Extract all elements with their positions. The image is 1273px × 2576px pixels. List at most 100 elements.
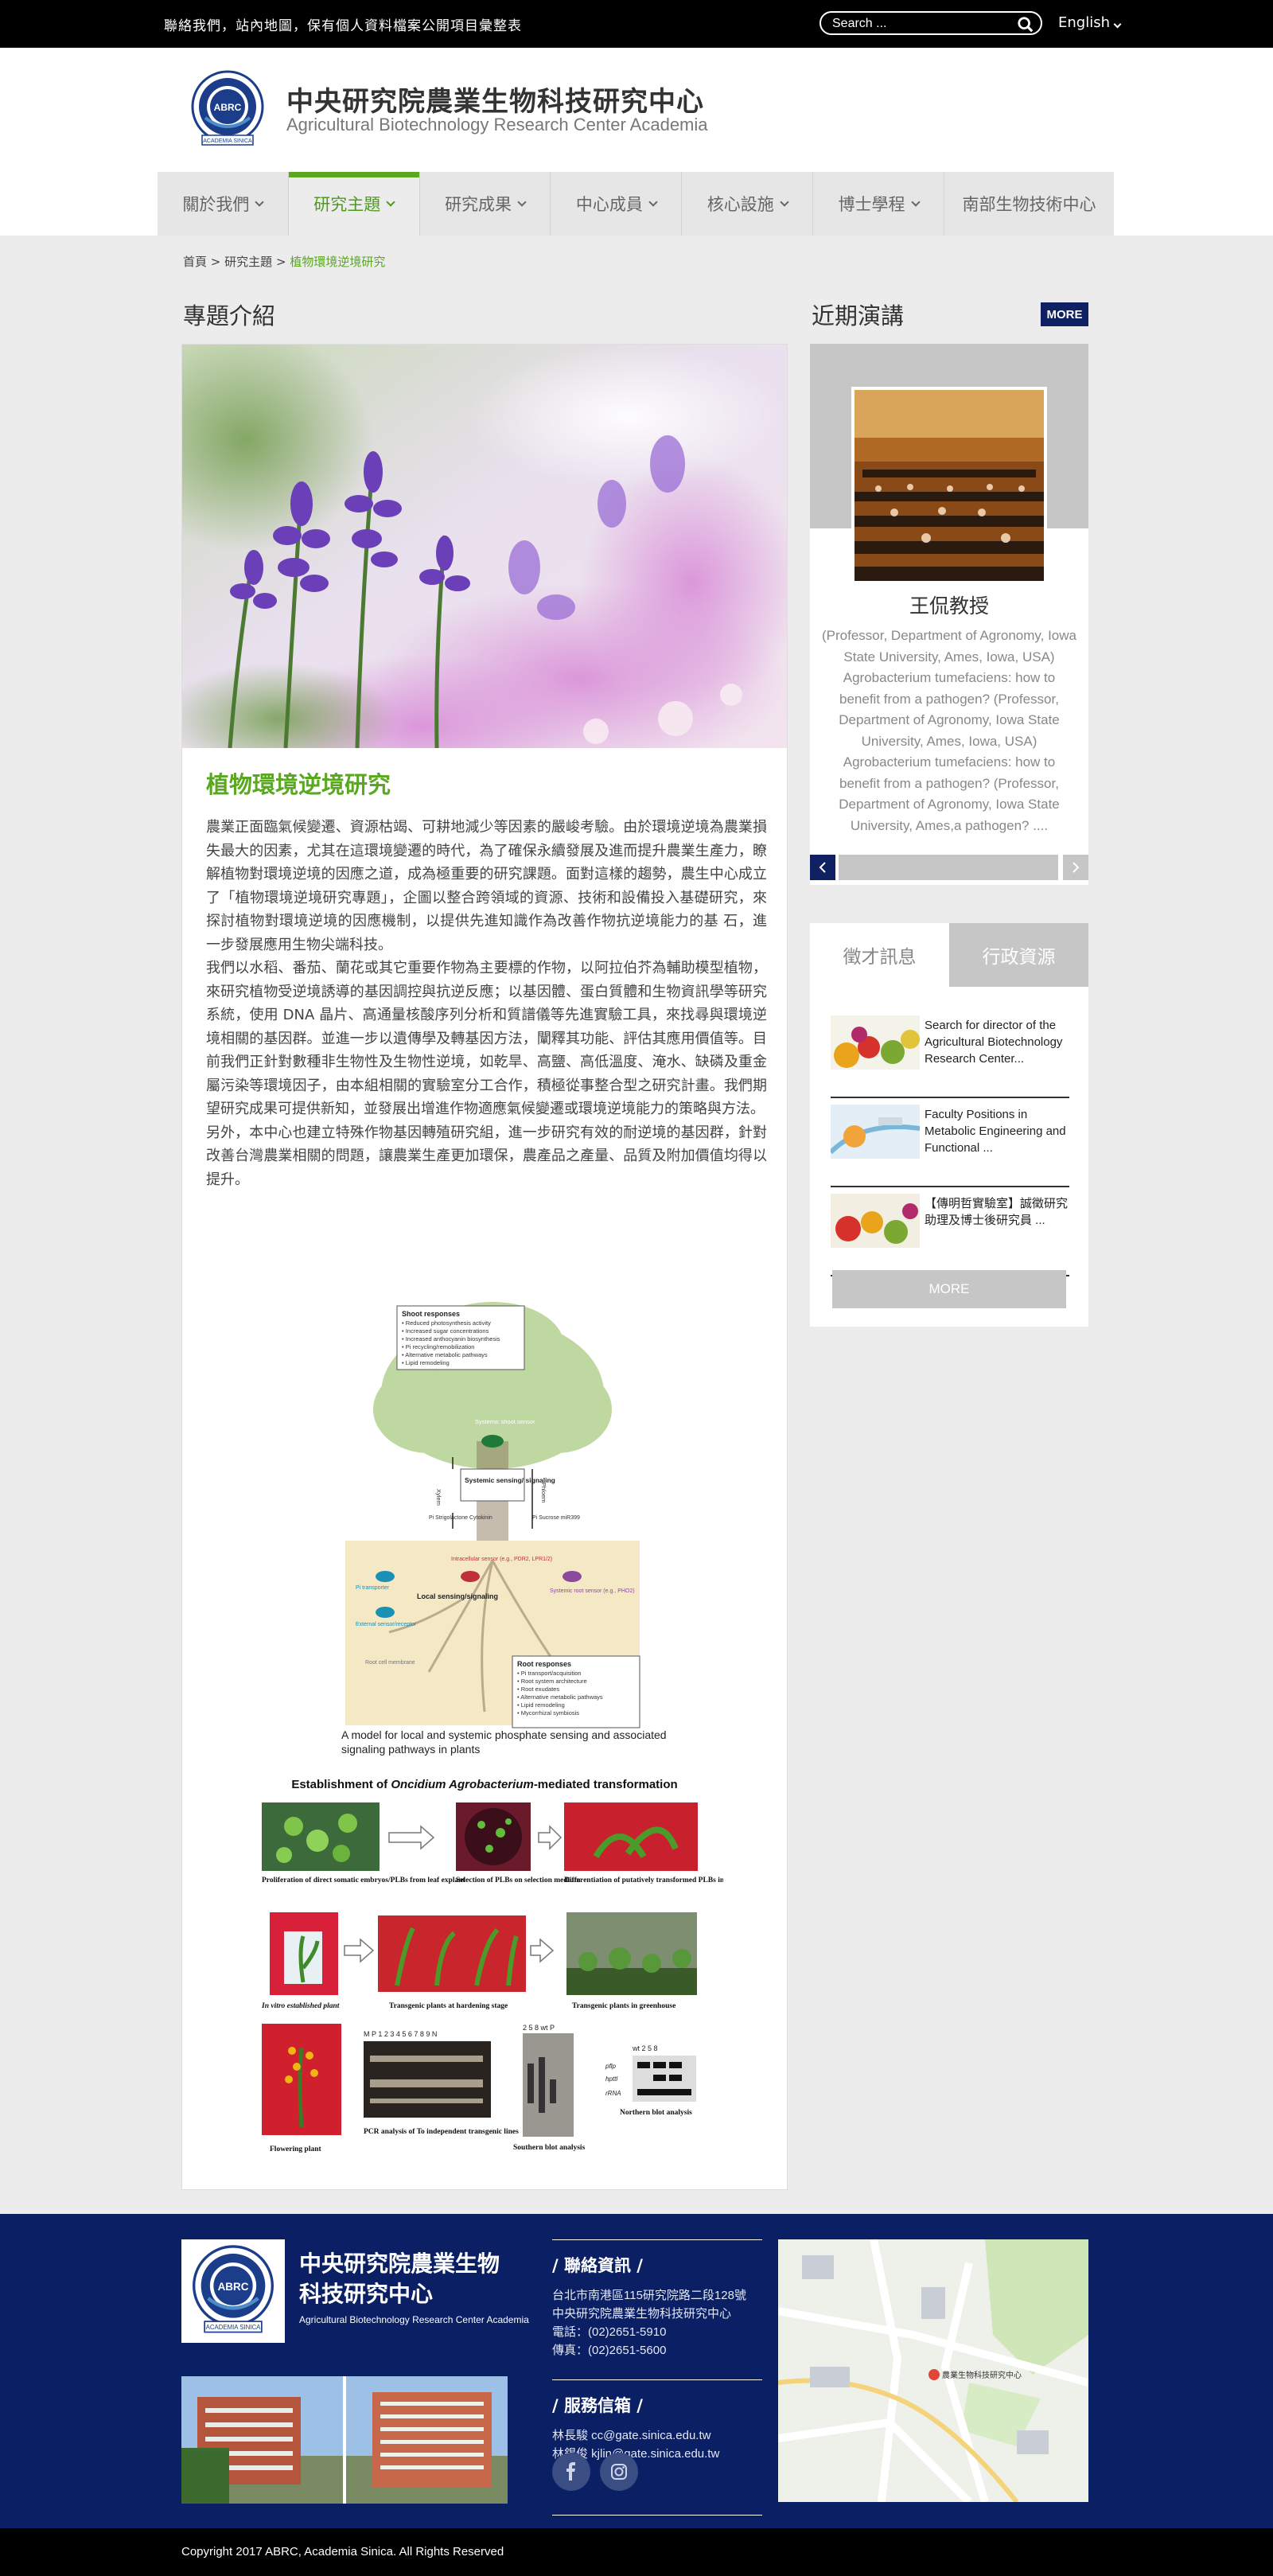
nav-label[interactable]: 南部生物技術中心 [962,192,1096,216]
nav-item-phd-program[interactable]: 博士學程 [813,172,944,236]
nav-label[interactable]: 研究成果 [445,192,512,216]
nav-item-core-facilities[interactable]: 核心設施 [682,172,814,236]
phone-line: 電話：(02)2651-5910 [552,2325,667,2339]
nav-label[interactable]: 研究主題 [313,192,380,216]
breadcrumb-home[interactable]: 首頁 [183,255,207,269]
footer-logo-box[interactable]: ABRC ACADEMIA SINICA [181,2239,285,2343]
local-signaling-label: Local sensing/signaling [417,1592,498,1600]
slider-track[interactable] [839,855,1058,880]
phosphate-model-figure: Shoot responses • Reduced photosynthesis… [345,1302,640,1728]
chevron-down-icon [648,197,658,207]
root-membrane-label: Root cell membrane [365,1660,415,1666]
facebook-button[interactable] [552,2453,590,2491]
systemic-root-label: Systemic root sensor (e.g., PHO2) [550,1588,635,1594]
chevron-down-icon [386,197,395,207]
top-links[interactable]: 聯絡我們，站內地圖，保有個人資料檔案公開項目彙整表 [164,14,522,34]
map-label: 農業生物科技研究中心 [942,2370,1022,2380]
abrc-logo[interactable]: ABRC ACADEMIA SINICA [181,68,274,148]
tab-recruitment[interactable]: 徵才訊息 [810,923,949,987]
southern-lanes: 2 5 8 wt P [523,2024,555,2032]
news-more-button[interactable]: MORE [832,1270,1066,1308]
news-title[interactable]: Search for director of the Agricultural … [925,1017,1071,1067]
shoot-item: • Pi recycling/remobilization [402,1343,474,1350]
figure1-caption: A model for local and systemic phosphate… [341,1728,667,1756]
arrow-left-icon [819,862,826,873]
paragraph: 另外，本中心也建立特殊作物基因轉殖研究組，進一步研究有效的耐逆境的基因群，針對改… [206,1124,767,1188]
section-title: 專題介紹 [183,302,276,329]
root-title: Root responses [517,1660,571,1668]
nav-item-southern-center[interactable]: 南部生物技術中心 [944,172,1114,236]
talk-speaker[interactable]: 王侃教授 [810,590,1088,619]
talks-more-button[interactable]: MORE [1041,302,1088,326]
tab-admin-resources[interactable]: 行政資源 [949,923,1088,987]
language-label[interactable]: English [1058,14,1110,31]
topic-card: 植物環境逆境研究 農業正面臨氣候變遷、資源枯竭、可耕地減少等因素的嚴峻考驗。由於… [181,344,788,2190]
news-thumbnail [831,1015,920,1070]
footer-divider [552,2515,762,2516]
slider-prev-button[interactable] [810,855,835,880]
talk-image[interactable] [851,387,1047,584]
talk-slider: 王侃教授 (Professor, Department of Agronomy,… [810,344,1088,885]
address-line: 中央研究院農業生物科技研究中心 [552,2307,732,2321]
nav-label[interactable]: 關於我們 [182,192,249,216]
talks-title: 近期演講 [812,302,905,329]
facebook-icon [566,2462,575,2481]
search-icon[interactable] [1017,16,1034,33]
instagram-button[interactable] [600,2453,638,2491]
root-item: • Root exudates [517,1686,559,1693]
news-thumbnail [831,1194,920,1248]
caption-flowering: Flowering plant [270,2145,321,2153]
nav-item-results[interactable]: 研究成果 [420,172,551,236]
news-title[interactable]: 【傳明哲實驗室】誠徵研究助理及博士後研究員 ... [925,1195,1071,1229]
shoot-item: • Increased sugar concentrations [402,1327,489,1335]
address-line: 台北市南港區115研究院路二段128號 [552,2289,746,2302]
news-item[interactable]: Search for director of the Agricultural … [831,1015,1069,1098]
logo-text: ABRC [214,102,242,113]
pi-right-label: Pi Sucrose miR399 [532,1515,580,1521]
breadcrumb-parent[interactable]: 研究主題 [224,255,272,269]
chevron-down-icon [517,197,527,207]
news-title[interactable]: Faculty Positions in Metabolic Engineeri… [925,1106,1071,1156]
mail-line[interactable]: 林長駿 cc@gate.sinica.edu.tw [552,2426,762,2445]
chevron-down-icon [780,197,789,207]
mail-title: / 服務信箱 / [552,2396,643,2415]
nav-item-research-topics[interactable]: 研究主題 [288,172,420,236]
search-box[interactable] [819,11,1042,35]
shoot-title: Shoot responses [402,1310,460,1318]
topic-body: 農業正面臨氣候變遷、資源枯竭、可耕地減少等因素的嚴峻考驗。由於環境逆境為農業損失… [206,816,767,1191]
caption-hardening: Transgenic plants at hardening stage [389,2002,508,2010]
footer-subtitle: Agricultural Biotechnology Research Cent… [299,2314,529,2325]
language-switch[interactable]: English [1058,14,1122,31]
root-item: • Pi transport/acquisition [517,1670,582,1677]
external-sensor-label: External sensor/receptor [356,1622,417,1627]
slider-controls [810,855,1088,880]
news-tabs-panel: 徵才訊息 行政資源 Search for director of the Agr… [810,923,1088,1327]
news-item[interactable]: Faculty Positions in Metabolic Engineeri… [831,1105,1069,1187]
nav-item-members[interactable]: 中心成員 [551,172,683,236]
nav-label[interactable]: 博士學程 [839,192,905,216]
site-header: ABRC ACADEMIA SINICA 中央研究院農業生物科技研究中心 Agr… [0,48,1273,236]
abrc-logo: ABRC ACADEMIA SINICA [193,2245,274,2333]
systemic-shoot-label: Systemic shoot sensor [475,1418,535,1425]
breadcrumb-separator: > [275,255,286,269]
nav-label[interactable]: 核心設施 [707,192,774,216]
northern-lanes: wt 2 5 8 [632,2044,658,2052]
shoot-item: • Lipid remodeling [402,1359,450,1366]
northern-row: rRNA [605,2090,621,2097]
location-map[interactable]: 農業生物科技研究中心 [778,2239,1088,2502]
mail-section: / 服務信箱 / 林長駿 cc@gate.sinica.edu.tw 林錫俊 k… [552,2379,762,2463]
breadcrumb: 首頁 > 研究主題 > 植物環境逆境研究 [183,253,385,270]
slider-next-button[interactable] [1063,855,1088,880]
building-photo [181,2376,508,2504]
nav-item-about[interactable]: 關於我們 [158,172,289,236]
news-item[interactable]: 【傳明哲實驗室】誠徵研究助理及博士後研究員 ... [831,1194,1069,1276]
phloem-label: Phloem [540,1483,547,1502]
site-title[interactable]: 中央研究院農業生物科技研究中心 [286,80,704,119]
nav-label[interactable]: 中心成員 [576,192,643,216]
talk-description: (Professor, Department of Agronomy, Iowa… [822,628,1076,833]
site-footer: ABRC ACADEMIA SINICA 中央研究院農業生物 科技研究中心 Agr… [0,2214,1273,2528]
caption-pcr: PCR analysis of To independent transgeni… [364,2128,519,2136]
search-input[interactable] [832,15,1007,33]
news-thumbnail [831,1105,920,1159]
hero-image [182,345,787,748]
